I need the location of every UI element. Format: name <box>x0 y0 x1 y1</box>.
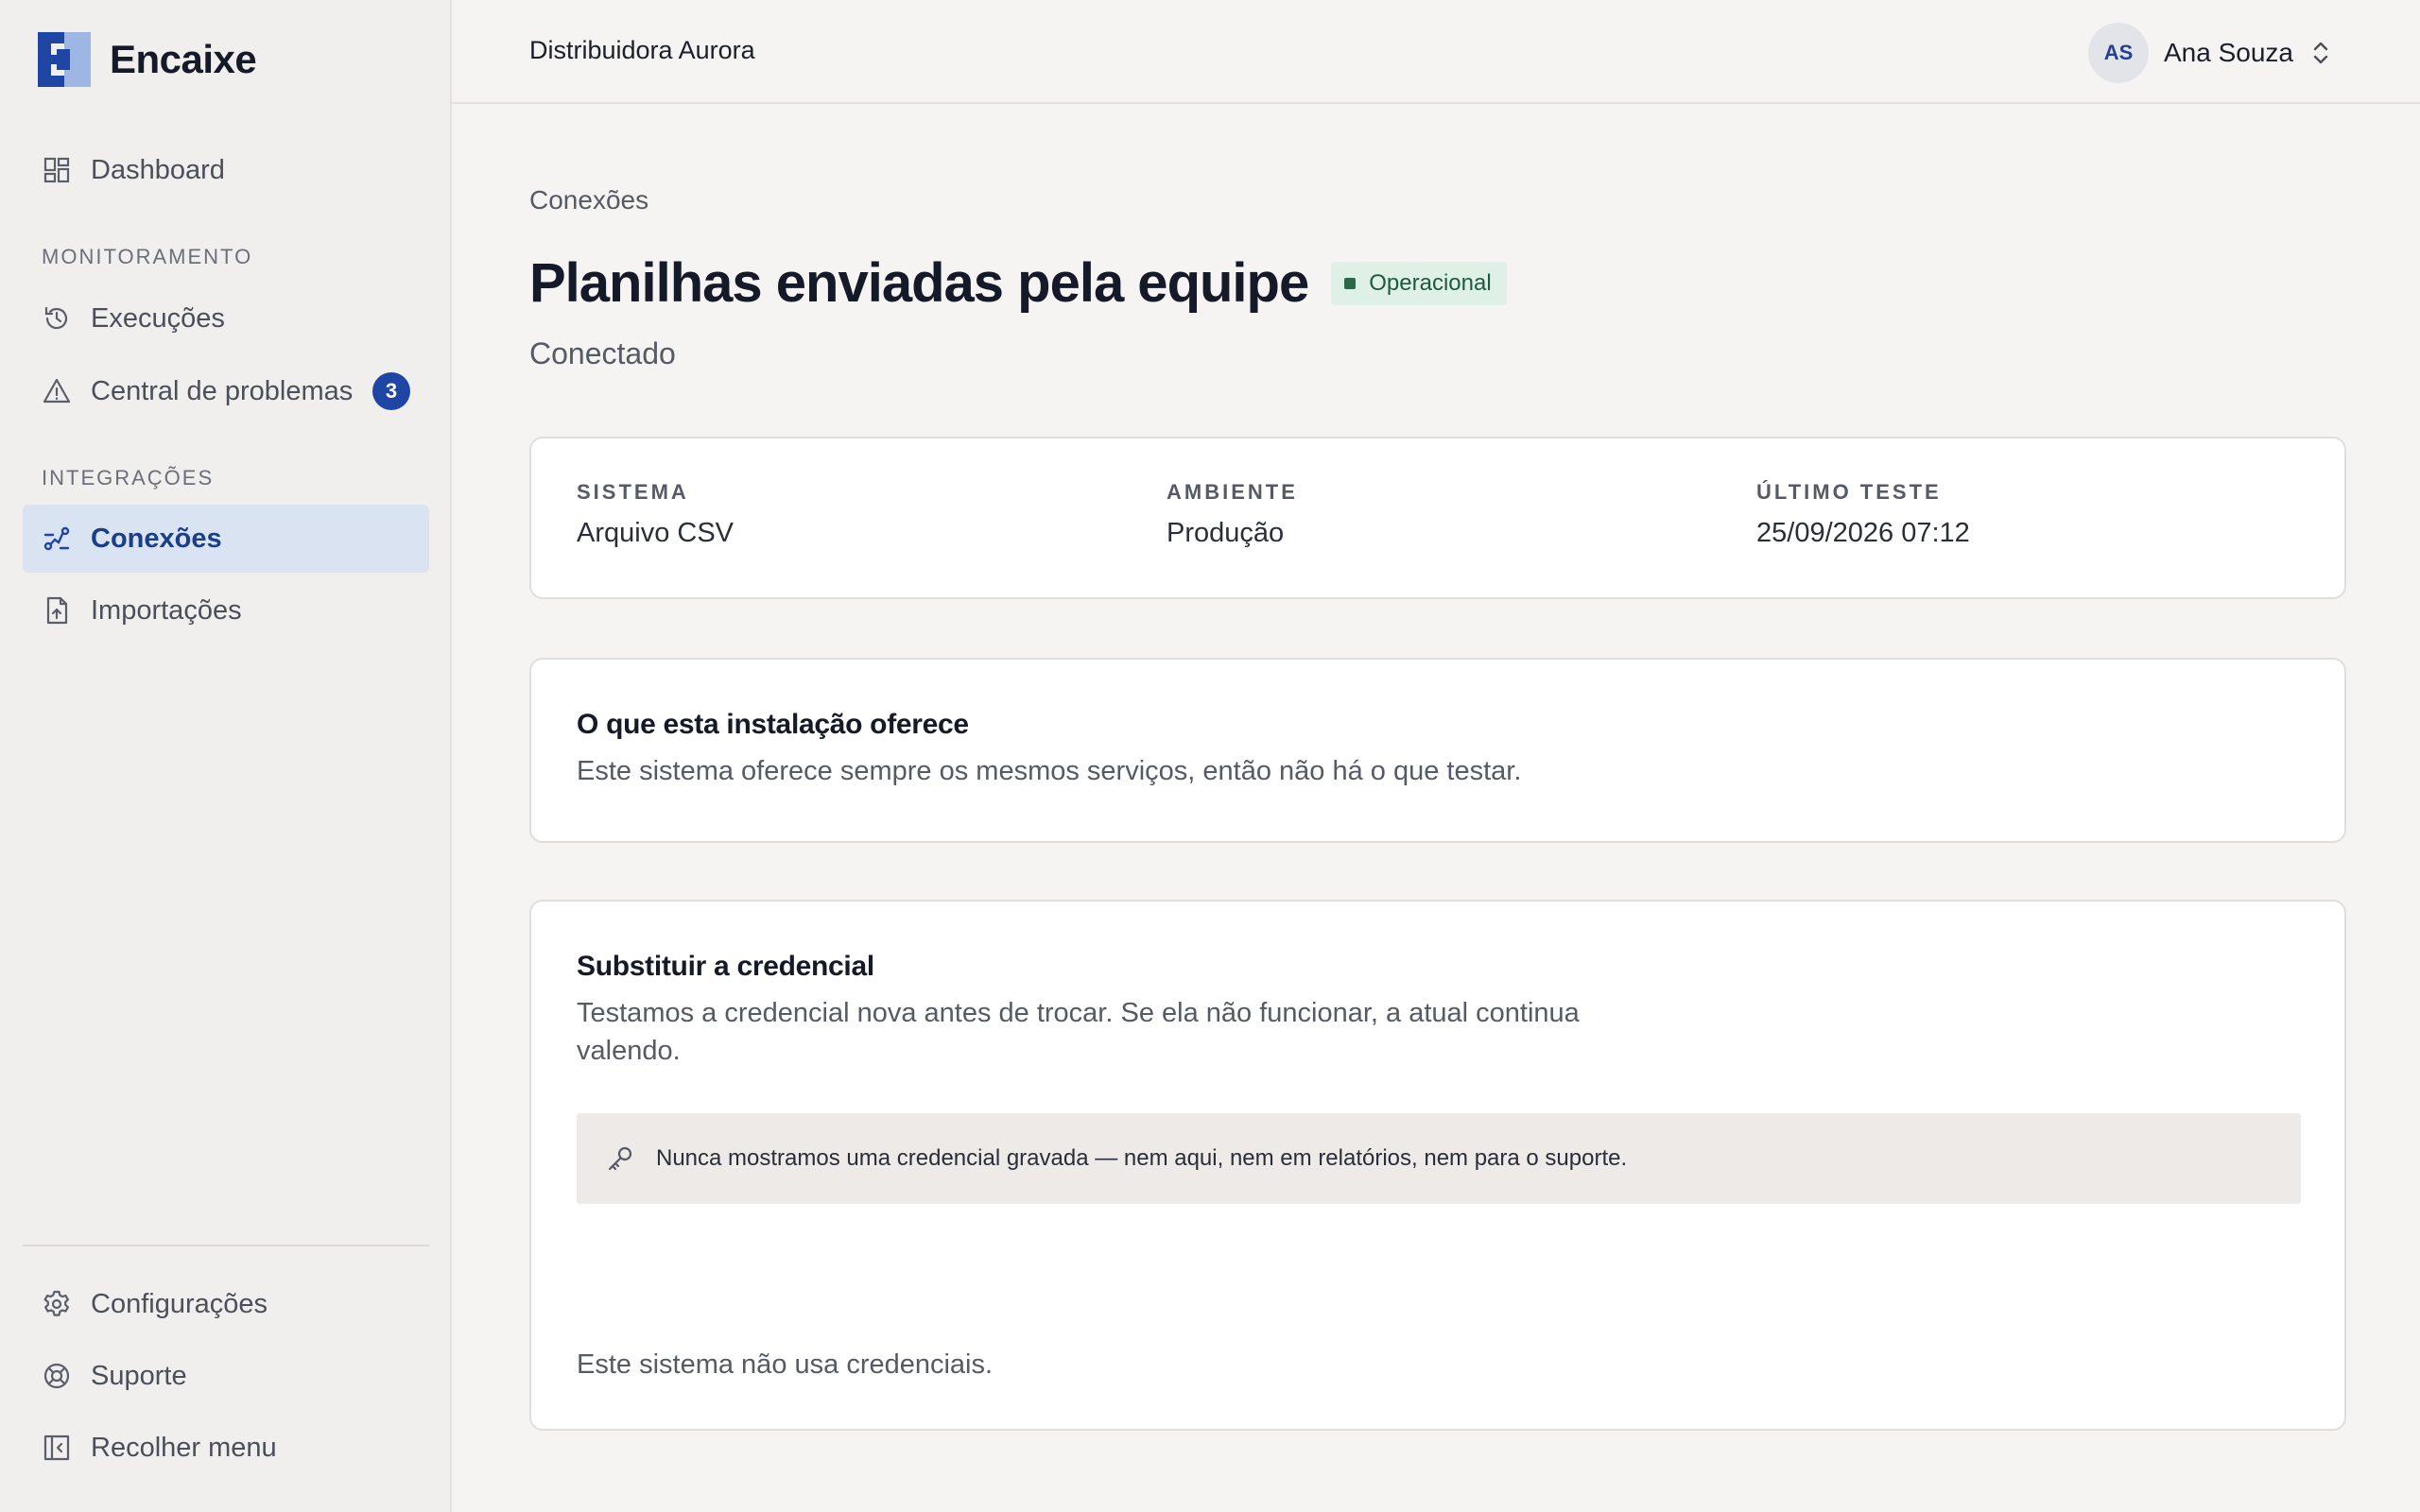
card-text: Este sistema oferece sempre os mesmos se… <box>577 756 1522 786</box>
meta-ambiente: AMBIENTE Produção <box>1167 480 1298 549</box>
connection-state: Conectado <box>529 336 676 370</box>
sidebar-item-execucoes[interactable]: Execuções <box>23 284 429 352</box>
sidebar-item-suporte[interactable]: Suporte <box>23 1342 429 1410</box>
no-credentials-message: Este sistema não usa credenciais. <box>577 1349 994 1380</box>
history-icon <box>42 303 72 334</box>
avatar: AS <box>2088 23 2149 83</box>
sidebar-item-configuracoes[interactable]: Configurações <box>23 1270 429 1338</box>
meta-key: AMBIENTE <box>1167 480 1298 504</box>
user-menu-button[interactable]: AS Ana Souza <box>2088 23 2331 83</box>
meta-value: 25/09/2026 07:12 <box>1756 518 1970 548</box>
sidebar-item-recolher-menu[interactable]: Recolher menu <box>23 1414 429 1482</box>
brand[interactable]: Encaixe <box>38 32 257 87</box>
page-title: Planilhas enviadas pela equipe <box>529 252 1309 314</box>
meta-ultimo-teste: ÚLTIMO TESTE 25/09/2026 07:12 <box>1756 480 1970 549</box>
gear-icon <box>42 1289 72 1319</box>
app-name: Encaixe <box>110 37 257 81</box>
status-label: Operacional <box>1369 269 1492 296</box>
user-name: Ana Souza <box>2164 38 2293 67</box>
key-icon <box>608 1146 632 1171</box>
sidebar-item-label: Importações <box>91 594 242 626</box>
sidebar-item-conexoes[interactable]: Conexões <box>23 505 429 573</box>
sidebar-item-label: Suporte <box>91 1360 187 1391</box>
meta-value: Produção <box>1167 518 1285 548</box>
topbar: Distribuidora Aurora AS Ana Souza <box>452 0 2420 104</box>
section-label-integracoes: INTEGRAÇÕES <box>42 466 215 490</box>
meta-value: Arquivo CSV <box>577 518 735 548</box>
notice-text: Nunca mostramos uma credencial gravada —… <box>656 1145 1628 1171</box>
problems-count-badge: 3 <box>372 372 410 410</box>
sidebar-item-label: Execuções <box>91 302 225 334</box>
dashboard-grid-icon <box>42 155 72 185</box>
warning-icon <box>42 376 72 406</box>
sidebar-item-importacoes[interactable]: Importações <box>23 576 429 644</box>
capabilities-card: O que esta instalação oferece Este siste… <box>529 658 2346 843</box>
sidebar-item-label: Recolher menu <box>91 1432 277 1463</box>
card-text-line-2: valendo. <box>577 1036 681 1066</box>
sidebar: Encaixe Dashboard MONITORAMENTO Execuçõe… <box>0 0 452 1512</box>
file-upload-icon <box>42 595 72 626</box>
connections-icon <box>42 524 72 554</box>
credential-privacy-notice: Nunca mostramos uma credencial gravada —… <box>577 1113 2301 1204</box>
collapse-sidebar-icon <box>42 1433 72 1463</box>
sidebar-item-central-de-problemas[interactable]: Central de problemas 3 <box>23 357 429 425</box>
section-label-monitoramento: MONITORAMENTO <box>42 245 253 268</box>
lifebuoy-icon <box>42 1361 72 1391</box>
main-area: Distribuidora Aurora AS Ana Souza Conexõ… <box>452 0 2420 1512</box>
breadcrumb[interactable]: Conexões <box>529 185 648 215</box>
sidebar-item-label: Dashboard <box>91 154 225 185</box>
sidebar-divider <box>23 1245 429 1246</box>
connection-details-card: SISTEMA Arquivo CSV AMBIENTE Produção ÚL… <box>529 437 2346 599</box>
status-dot-icon <box>1344 277 1357 289</box>
organization-name: Distribuidora Aurora <box>529 36 755 64</box>
card-title: O que esta instalação oferece <box>577 709 969 740</box>
meta-sistema: SISTEMA Arquivo CSV <box>577 480 734 549</box>
card-title: Substituir a credencial <box>577 951 874 982</box>
sidebar-item-label: Central de problemas <box>91 375 354 406</box>
sidebar-item-dashboard[interactable]: Dashboard <box>23 136 429 204</box>
title-row: Planilhas enviadas pela equipe Operacion… <box>529 251 1507 315</box>
card-text-line-1: Testamos a credencial nova antes de troc… <box>577 998 1580 1028</box>
meta-key: SISTEMA <box>577 480 689 504</box>
status-badge: Operacional <box>1331 261 1507 305</box>
replace-credential-card: Substituir a credencial Testamos a crede… <box>529 900 2346 1431</box>
sidebar-item-label: Configurações <box>91 1288 268 1319</box>
meta-key: ÚLTIMO TESTE <box>1756 480 1942 504</box>
encaixe-logo-icon <box>38 32 91 87</box>
sidebar-item-label: Conexões <box>91 523 222 554</box>
chevron-up-down-icon <box>2313 42 2328 64</box>
